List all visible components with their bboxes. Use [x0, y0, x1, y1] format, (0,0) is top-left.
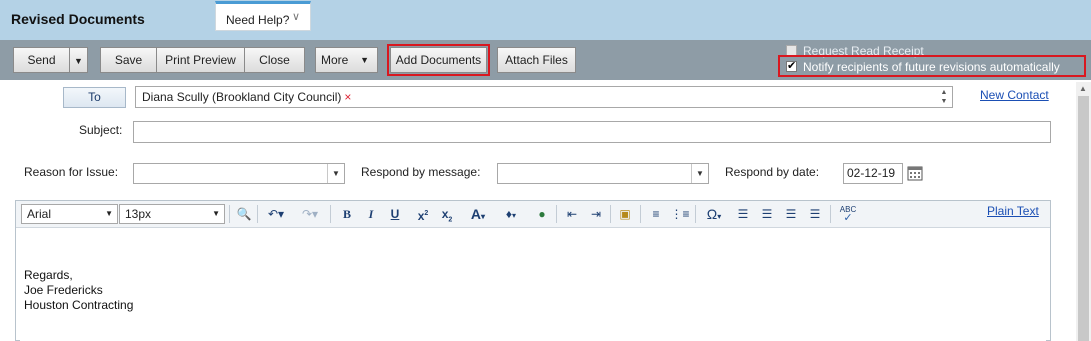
chevron-down-icon: ∨ [292, 11, 301, 23]
find-replace-icon[interactable]: 🔍 [234, 205, 254, 223]
request-read-receipt-checkbox[interactable] [786, 45, 797, 56]
body-line: Joe Fredericks [24, 283, 103, 297]
window-title: Revised Documents [11, 11, 145, 27]
editor-body[interactable] [20, 228, 1046, 341]
more-label: More [321, 53, 349, 67]
align-left-icon[interactable]: ☰ [734, 205, 752, 223]
bulleted-list-icon[interactable]: ⋮≡ [670, 205, 690, 223]
title-bar: Revised Documents Need Help? ∨ [0, 0, 1091, 40]
remove-recipient-icon[interactable]: × [344, 90, 351, 104]
attach-files-button[interactable]: Attach Files [497, 47, 576, 73]
outdent-icon[interactable]: ⇤ [562, 205, 582, 223]
bold-icon[interactable]: B [338, 205, 356, 223]
font-family-value: Arial [27, 207, 52, 221]
save-label: Save [114, 53, 143, 67]
font-family-select[interactable]: Arial ▼ [21, 204, 118, 224]
caret-down-icon: ▼ [327, 164, 344, 183]
send-label: Send [27, 53, 56, 67]
subscript-icon[interactable]: x2 [438, 205, 456, 223]
respond-date-input[interactable]: 02-12-19 [843, 163, 903, 184]
align-right-icon[interactable]: ☰ [782, 205, 800, 223]
font-color-icon[interactable]: A▾ [464, 205, 492, 223]
scroll-up-icon[interactable]: ▲ [1079, 84, 1087, 93]
undo-icon[interactable]: ↶▾ [262, 205, 290, 223]
paste-icon[interactable]: ▣ [614, 205, 636, 223]
send-button[interactable]: Send [13, 47, 70, 73]
scrollbar-thumb[interactable] [1078, 96, 1089, 341]
print-preview-button[interactable]: Print Preview [156, 47, 245, 73]
reason-select[interactable]: ▼ [133, 163, 345, 184]
calendar-icon[interactable] [907, 165, 923, 181]
highlight-color-icon[interactable]: ♦▾ [496, 205, 526, 223]
align-justify-icon[interactable]: ☰ [806, 205, 824, 223]
caret-down-icon: ▼ [691, 164, 708, 183]
superscript-icon[interactable]: x2 [414, 205, 432, 223]
font-size-value: 13px [125, 207, 152, 221]
print-preview-label: Print Preview [165, 53, 236, 67]
subject-label: Subject: [79, 123, 123, 137]
italic-icon[interactable]: I [362, 205, 380, 223]
caret-down-icon: ▼ [74, 56, 83, 66]
respond-message-select[interactable]: ▼ [497, 163, 709, 184]
caret-down-icon: ▼ [105, 209, 113, 218]
caret-down-icon: ▼ [360, 55, 369, 65]
save-button[interactable]: Save [100, 47, 157, 73]
recipients-spinner[interactable]: ▲ ▼ [938, 88, 950, 107]
editor-toolbar: Arial ▼ 13px ▼ 🔍 ↶▾ ↷▾ B I U x2 x2 A▾ ♦▾ ●… [16, 201, 1050, 228]
font-size-select[interactable]: 13px ▼ [119, 204, 225, 224]
special-character-icon[interactable]: Ω▾ [700, 205, 728, 223]
attach-files-label: Attach Files [505, 53, 568, 67]
respond-message-label: Respond by message: [361, 165, 481, 179]
spell-check-icon[interactable]: ABC ✓ [836, 205, 860, 224]
redo-icon[interactable]: ↷▾ [296, 205, 324, 223]
caret-down-icon: ▼ [212, 209, 220, 218]
close-label: Close [259, 53, 290, 67]
plain-text-link[interactable]: Plain Text [987, 204, 1039, 218]
to-button[interactable]: To [63, 87, 126, 108]
underline-icon[interactable]: U [386, 205, 404, 223]
new-contact-link[interactable]: New Contact [980, 88, 1049, 102]
body-line: Regards, [24, 268, 73, 282]
notify-recipients-checkbox[interactable]: ✔ [786, 61, 797, 72]
need-help-tab[interactable]: Need Help? ∨ [215, 1, 311, 31]
send-dropdown-button[interactable]: ▼ [69, 47, 88, 73]
add-documents-button[interactable]: Add Documents [390, 47, 487, 73]
respond-date-value: 02-12-19 [847, 166, 896, 180]
numbered-list-icon[interactable]: ≡ [646, 205, 666, 223]
more-button[interactable]: More ▼ [315, 47, 378, 73]
page-scrollbar[interactable]: ▲ [1076, 82, 1091, 341]
reason-label: Reason for Issue: [24, 165, 119, 179]
notify-recipients-label: Notify recipients of future revisions au… [803, 60, 1060, 74]
indent-icon[interactable]: ⇥ [586, 205, 606, 223]
request-read-receipt-label: Request Read Receipt [803, 44, 924, 58]
close-button[interactable]: Close [244, 47, 305, 73]
add-documents-label: Add Documents [395, 53, 482, 67]
recipient-name: Diana Scully (Brookland City Council) [142, 90, 342, 104]
body-line: Houston Contracting [24, 298, 134, 312]
insert-link-icon[interactable]: ● [532, 205, 552, 223]
subject-input[interactable] [133, 121, 1051, 143]
align-center-icon[interactable]: ☰ [758, 205, 776, 223]
need-help-label: Need Help? [226, 13, 290, 27]
respond-date-label: Respond by date: [725, 165, 820, 179]
recipient-chip[interactable]: Diana Scully (Brookland City Council) × [142, 90, 351, 104]
to-label: To [88, 90, 101, 104]
